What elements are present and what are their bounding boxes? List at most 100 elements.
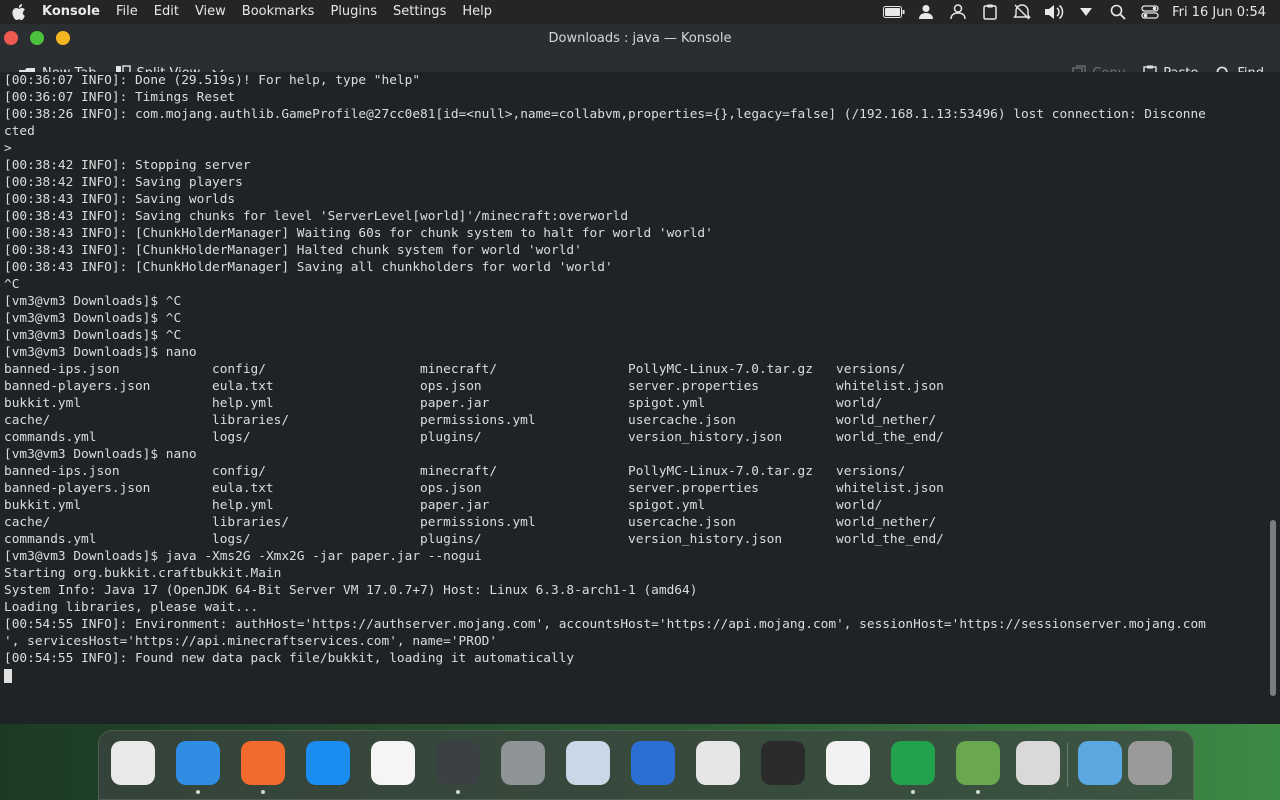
finder-icon[interactable] [176, 741, 220, 785]
minecraft-icon[interactable] [956, 741, 1000, 785]
firefox-icon[interactable] [241, 741, 285, 785]
battery-icon[interactable] [878, 0, 910, 24]
dock-separator [1067, 743, 1068, 787]
file-listing-entry: help.yml [212, 498, 274, 513]
polymc-icon[interactable] [891, 741, 935, 785]
terminal-line: [vm3@vm3 Downloads]$ ^C [4, 294, 182, 309]
terminal-prompt-line [4, 667, 1266, 684]
terminal-line: Starting org.bukkit.craftbukkit.Main [4, 566, 282, 581]
file-listing-entry: logs/ [212, 532, 251, 547]
volume-icon[interactable] [1038, 0, 1070, 24]
file-listing-entry: commands.yml [4, 532, 97, 547]
photos-icon[interactable] [371, 741, 415, 785]
file-listing-entry: permissions.yml [420, 515, 536, 530]
terminal-line: System Info: Java 17 (OpenJDK 64-Bit Ser… [4, 583, 698, 598]
accounts-icon[interactable] [942, 0, 974, 24]
clipboard-icon[interactable] [974, 0, 1006, 24]
file-listing-entry: ops.json [420, 379, 482, 394]
preview-icon[interactable] [566, 741, 610, 785]
file-listing-entry: PollyMC-Linux-7.0.tar.gz [628, 362, 813, 377]
file-listing-entry: commands.yml [4, 430, 97, 445]
terminal-line: [00:38:43 INFO]: Saving worlds [4, 192, 236, 207]
file-listing-entry: config/ [212, 362, 266, 377]
launchpad-icon[interactable] [111, 741, 155, 785]
terminal-line: [vm3@vm3 Downloads]$ java -Xms2G -Xmx2G … [4, 549, 482, 564]
clock[interactable]: Fri 16 Jun 0:54 [1166, 5, 1280, 20]
menu-bookmarks[interactable]: Bookmarks [234, 0, 323, 24]
file-listing-entry: eula.txt [212, 379, 274, 394]
file-listing-entry: server.properties [628, 481, 759, 496]
file-listing-entry: cache/ [4, 413, 51, 428]
image-viewer-icon[interactable] [696, 741, 740, 785]
file-listing-entry: config/ [212, 464, 266, 479]
file-listing-entry: bukkit.yml [4, 498, 82, 513]
file-listing-entry: ops.json [420, 481, 482, 496]
menu-view[interactable]: View [187, 0, 234, 24]
terminal-scrollbar[interactable] [1266, 72, 1280, 700]
file-listing-row: banned-ips.json config/minecraft/PollyMC-… [4, 361, 1266, 378]
running-indicator [456, 790, 460, 794]
file-listing-entry: world/ [836, 498, 883, 513]
downloads-folder-icon[interactable] [1078, 741, 1122, 785]
expand-tray-icon[interactable] [1070, 0, 1102, 24]
file-listing-entry: banned-ips.json [4, 464, 120, 479]
terminal-line: ', servicesHost='https://api.minecraftse… [4, 634, 498, 649]
file-listing-entry: world_the_end/ [836, 532, 944, 547]
file-listing-row: banned-ips.json config/minecraft/PollyMC-… [4, 463, 1266, 480]
menu-plugins[interactable]: Plugins [322, 0, 385, 24]
terminal-output[interactable]: [00:36:07 INFO]: Done (29.519s)! For hel… [0, 72, 1266, 700]
terminal-line: [00:38:43 INFO]: [ChunkHolderManager] Sa… [4, 260, 613, 275]
terminal-line: [00:38:42 INFO]: Saving players [4, 175, 243, 190]
apple-menu[interactable] [0, 3, 40, 21]
trash-icon[interactable] [1128, 741, 1172, 785]
file-listing-entry: spigot.yml [628, 498, 706, 513]
maximize-window-button[interactable] [56, 31, 70, 45]
file-listing-row: commands.yml logs/plugins/version_history… [4, 531, 1266, 548]
terminal-line: cted [4, 124, 35, 139]
text-editor-icon[interactable] [631, 741, 675, 785]
file-listing-entry: minecraft/ [420, 362, 498, 377]
terminal-line: [00:38:42 INFO]: Stopping server [4, 158, 251, 173]
file-listing-entry: eula.txt [212, 481, 274, 496]
file-listing-entry: logs/ [212, 430, 251, 445]
title-bar[interactable]: Downloads : java — Konsole [0, 24, 1280, 52]
minimize-window-button[interactable] [30, 31, 44, 45]
file-listing-row: bukkit.yml help.yml paper.jar spigot.yml wor… [4, 395, 1266, 412]
file-listing-row: cache/libraries/permissions.yml usercache… [4, 412, 1266, 429]
file-listing-entry: world_nether/ [836, 515, 937, 530]
running-indicator [261, 790, 265, 794]
menu-help[interactable]: Help [454, 0, 500, 24]
terminal-line: > [4, 141, 12, 156]
file-listing-entry: bukkit.yml [4, 396, 82, 411]
text-cursor [4, 668, 12, 683]
file-listing-entry: whitelist.json [836, 379, 944, 394]
file-listing-entry: versions/ [836, 362, 906, 377]
file-listing-entry: banned-players.json [4, 481, 151, 496]
file-listing-row: commands.yml logs/plugins/version_history… [4, 429, 1266, 446]
file-listing-entry: permissions.yml [420, 413, 536, 428]
file-listing-entry: usercache.json [628, 413, 736, 428]
notes-icon[interactable] [826, 741, 870, 785]
app-store-icon[interactable] [306, 741, 350, 785]
search-icon[interactable] [1102, 0, 1134, 24]
system-settings-icon[interactable] [501, 741, 545, 785]
menu-settings[interactable]: Settings [385, 0, 454, 24]
file-listing-row: bukkit.yml help.yml paper.jar spigot.yml wor… [4, 497, 1266, 514]
user-icon[interactable] [910, 0, 942, 24]
app-name-menu[interactable]: Konsole [40, 0, 108, 24]
terminal-line: [vm3@vm3 Downloads]$ ^C [4, 328, 182, 343]
terminal-icon[interactable] [436, 741, 480, 785]
menu-edit[interactable]: Edit [146, 0, 187, 24]
file-listing-row: banned-players.json eula.txt ops.json serve… [4, 480, 1266, 497]
file-listing-entry: cache/ [4, 515, 51, 530]
scrollbar-thumb[interactable] [1270, 520, 1276, 696]
terminal-line: [00:38:26 INFO]: com.mojang.authlib.Game… [4, 107, 1206, 122]
close-window-button[interactable] [4, 31, 18, 45]
calculator-icon[interactable] [1016, 741, 1060, 785]
file-listing-entry: plugins/ [420, 532, 482, 547]
menu-file[interactable]: File [108, 0, 146, 24]
file-listing-entry: paper.jar [420, 396, 490, 411]
control-center-icon[interactable] [1134, 0, 1166, 24]
notifications-muted-icon[interactable] [1006, 0, 1038, 24]
media-player-icon[interactable] [761, 741, 805, 785]
